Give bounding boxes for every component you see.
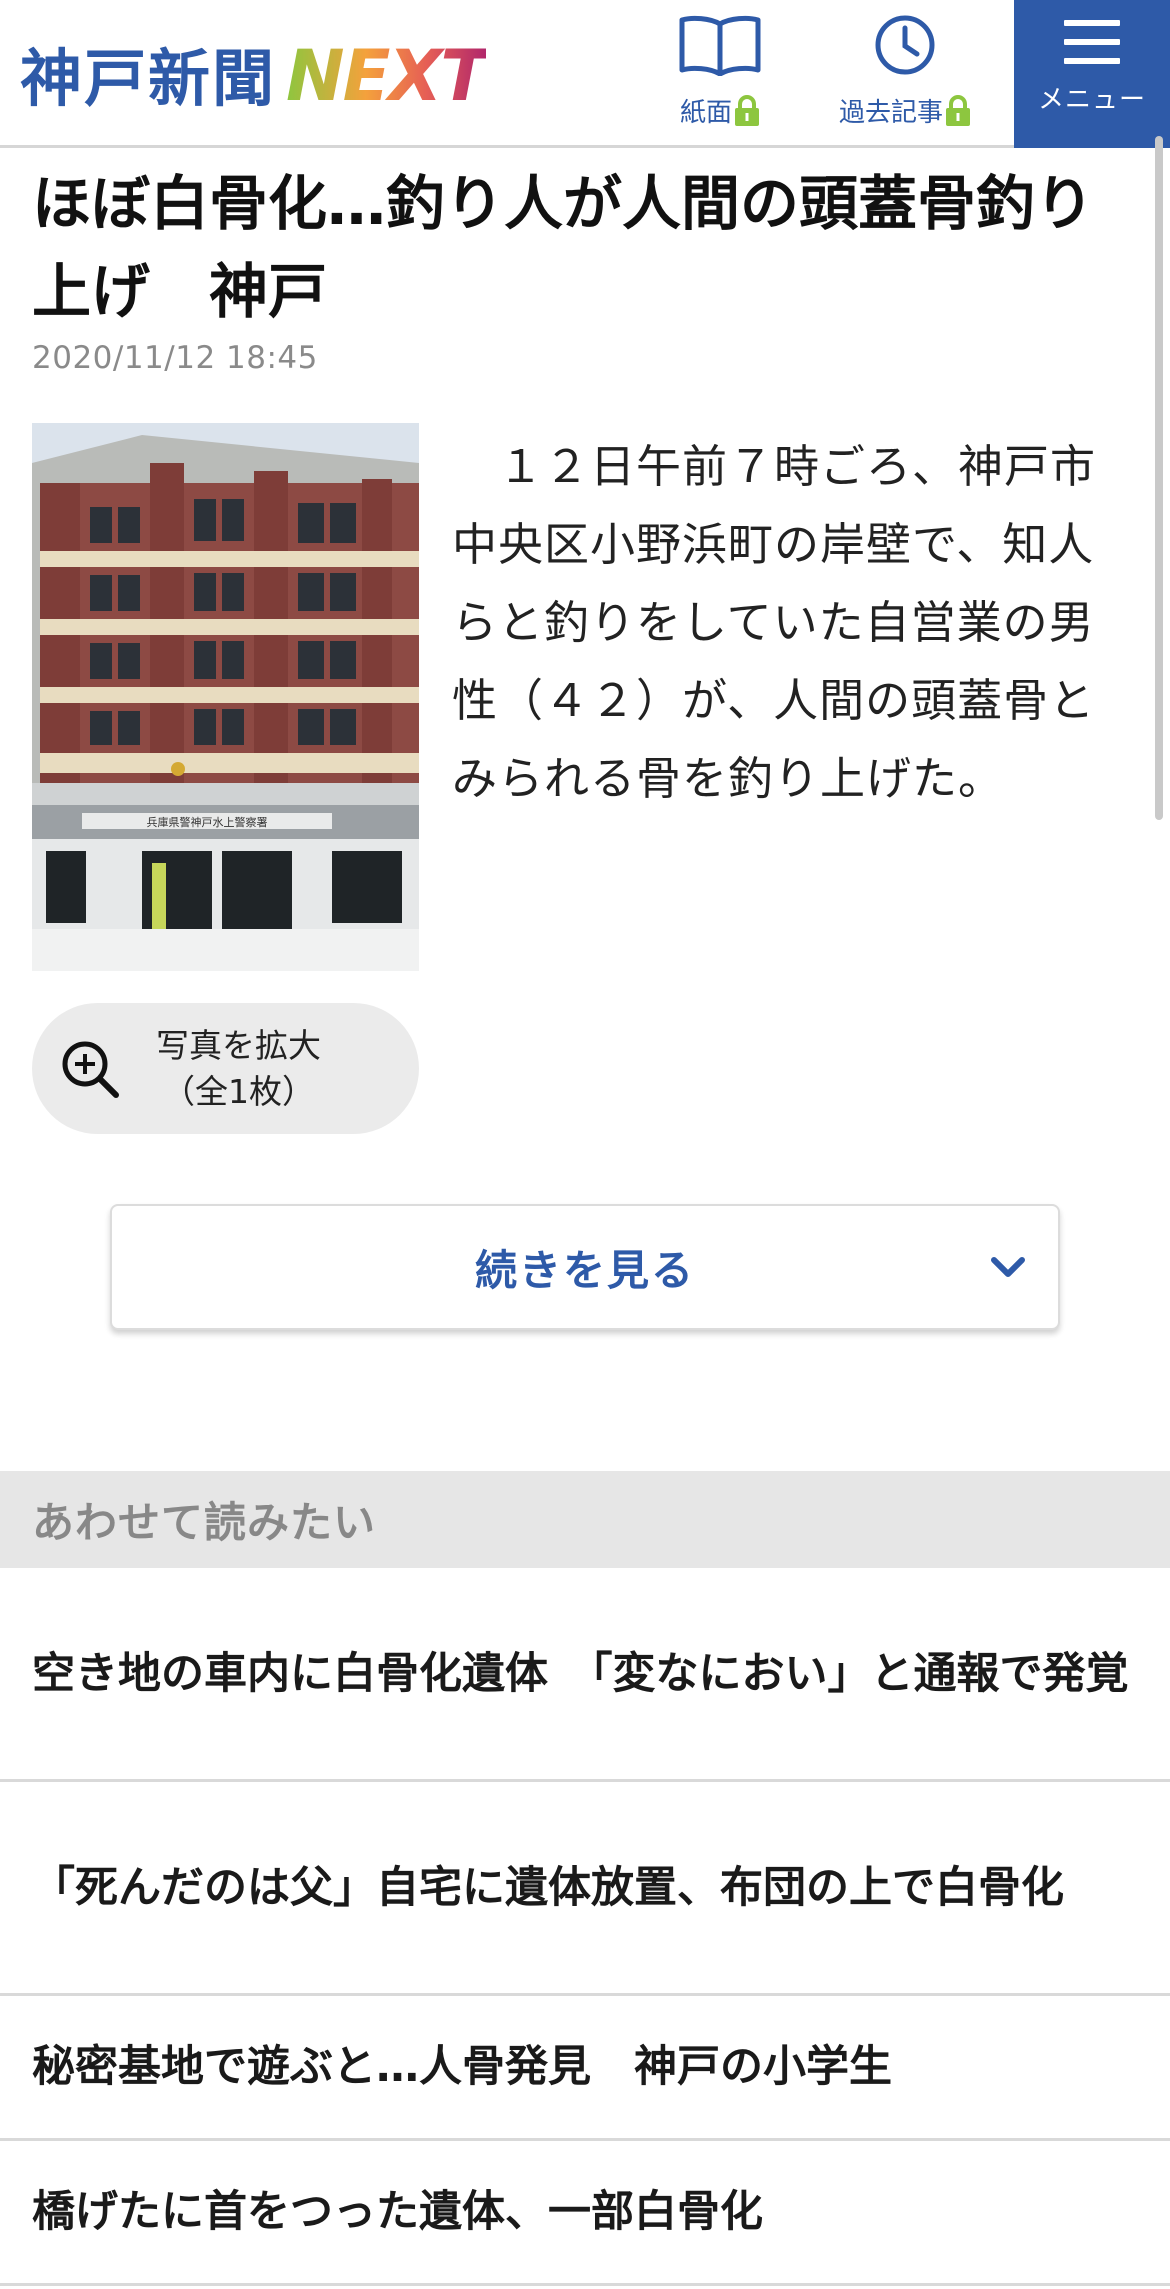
nav-shimen-button[interactable]: 紙面 xyxy=(640,0,800,148)
article-photo[interactable]: 兵庫県警神戸水上警察署 xyxy=(32,423,419,971)
read-more-label: 続きを見る xyxy=(474,1245,695,1295)
menu-label: メニュー xyxy=(1037,85,1146,115)
related-article-title: 「死んだのは父」自宅に遺体放置、布団の上で白骨化 xyxy=(32,1862,1064,1913)
related-article-title: 空き地の車内に白骨化遺体 「変なにおい」と通報で発覚 xyxy=(32,1648,1129,1699)
related-section-title: あわせて読みたい xyxy=(32,1498,377,1547)
related-article-link[interactable]: 秘密基地で遊ぶと…人骨発見 神戸の小学生 xyxy=(0,1996,1170,2141)
menu-button[interactable]: メニュー xyxy=(1014,0,1170,148)
enlarge-photo-label: 写真を拡大 xyxy=(156,1025,321,1065)
related-article-link[interactable]: 空き地の車内に白骨化遺体 「変なにおい」と通報で発覚 xyxy=(0,1568,1170,1782)
related-article-link[interactable]: 橋げたに首をつった遺体、一部白骨化 xyxy=(0,2141,1170,2286)
article-title: ほぼ白骨化…釣り人が人間の頭蓋骨釣り上げ 神戸 xyxy=(32,169,1095,326)
hamburger-icon xyxy=(1064,20,1120,77)
police-station-building-image: 兵庫県警神戸水上警察署 xyxy=(32,423,419,971)
related-article-link[interactable]: 「死んだのは父」自宅に遺体放置、布団の上で白骨化 xyxy=(0,1782,1170,1996)
enlarge-photo-button[interactable]: 写真を拡大 （全1枚） xyxy=(32,1003,419,1134)
logo-text-jp: 神戸新聞 xyxy=(20,42,277,115)
lock-icon xyxy=(735,94,759,126)
photo-count-label: （全1枚） xyxy=(162,1071,315,1111)
page-scrollbar[interactable] xyxy=(1155,136,1163,820)
nav-kako-kiji-button[interactable]: 過去記事 xyxy=(820,0,990,148)
read-more-button[interactable]: 続きを見る xyxy=(110,1204,1060,1330)
zoom-in-icon xyxy=(62,1041,119,1098)
related-articles-list: 空き地の車内に白骨化遺体 「変なにおい」と通報で発覚 「死んだのは父」自宅に遺体… xyxy=(0,1568,1170,2286)
related-article-title: 橋げたに首をつった遺体、一部白骨化 xyxy=(32,2187,763,2237)
related-section-header: あわせて読みたい xyxy=(0,1471,1170,1568)
lock-icon xyxy=(946,94,970,126)
nav-kako-kiji-label: 過去記事 xyxy=(838,98,943,128)
logo-text-next: NEXT xyxy=(286,35,488,117)
chevron-down-icon xyxy=(991,1257,1025,1277)
site-header: 神戸新聞 NEXT 紙面 過去記事 メニュー xyxy=(0,0,1170,148)
svg-text:兵庫県警神戸水上警察署: 兵庫県警神戸水上警察署 xyxy=(147,815,268,829)
clock-icon xyxy=(874,10,936,80)
site-logo[interactable]: 神戸新聞 NEXT xyxy=(20,28,488,117)
article-date: 2020/11/12 18:45 xyxy=(32,340,318,376)
book-icon xyxy=(678,10,762,80)
nav-shimen-label: 紙面 xyxy=(679,98,732,128)
related-article-title: 秘密基地で遊ぶと…人骨発見 神戸の小学生 xyxy=(32,2042,892,2092)
article-lead-text: １２日午前７時ごろ、神戸市中央区小野浜町の岸壁で、知人らと釣りをしていた自営業の… xyxy=(452,440,1097,805)
